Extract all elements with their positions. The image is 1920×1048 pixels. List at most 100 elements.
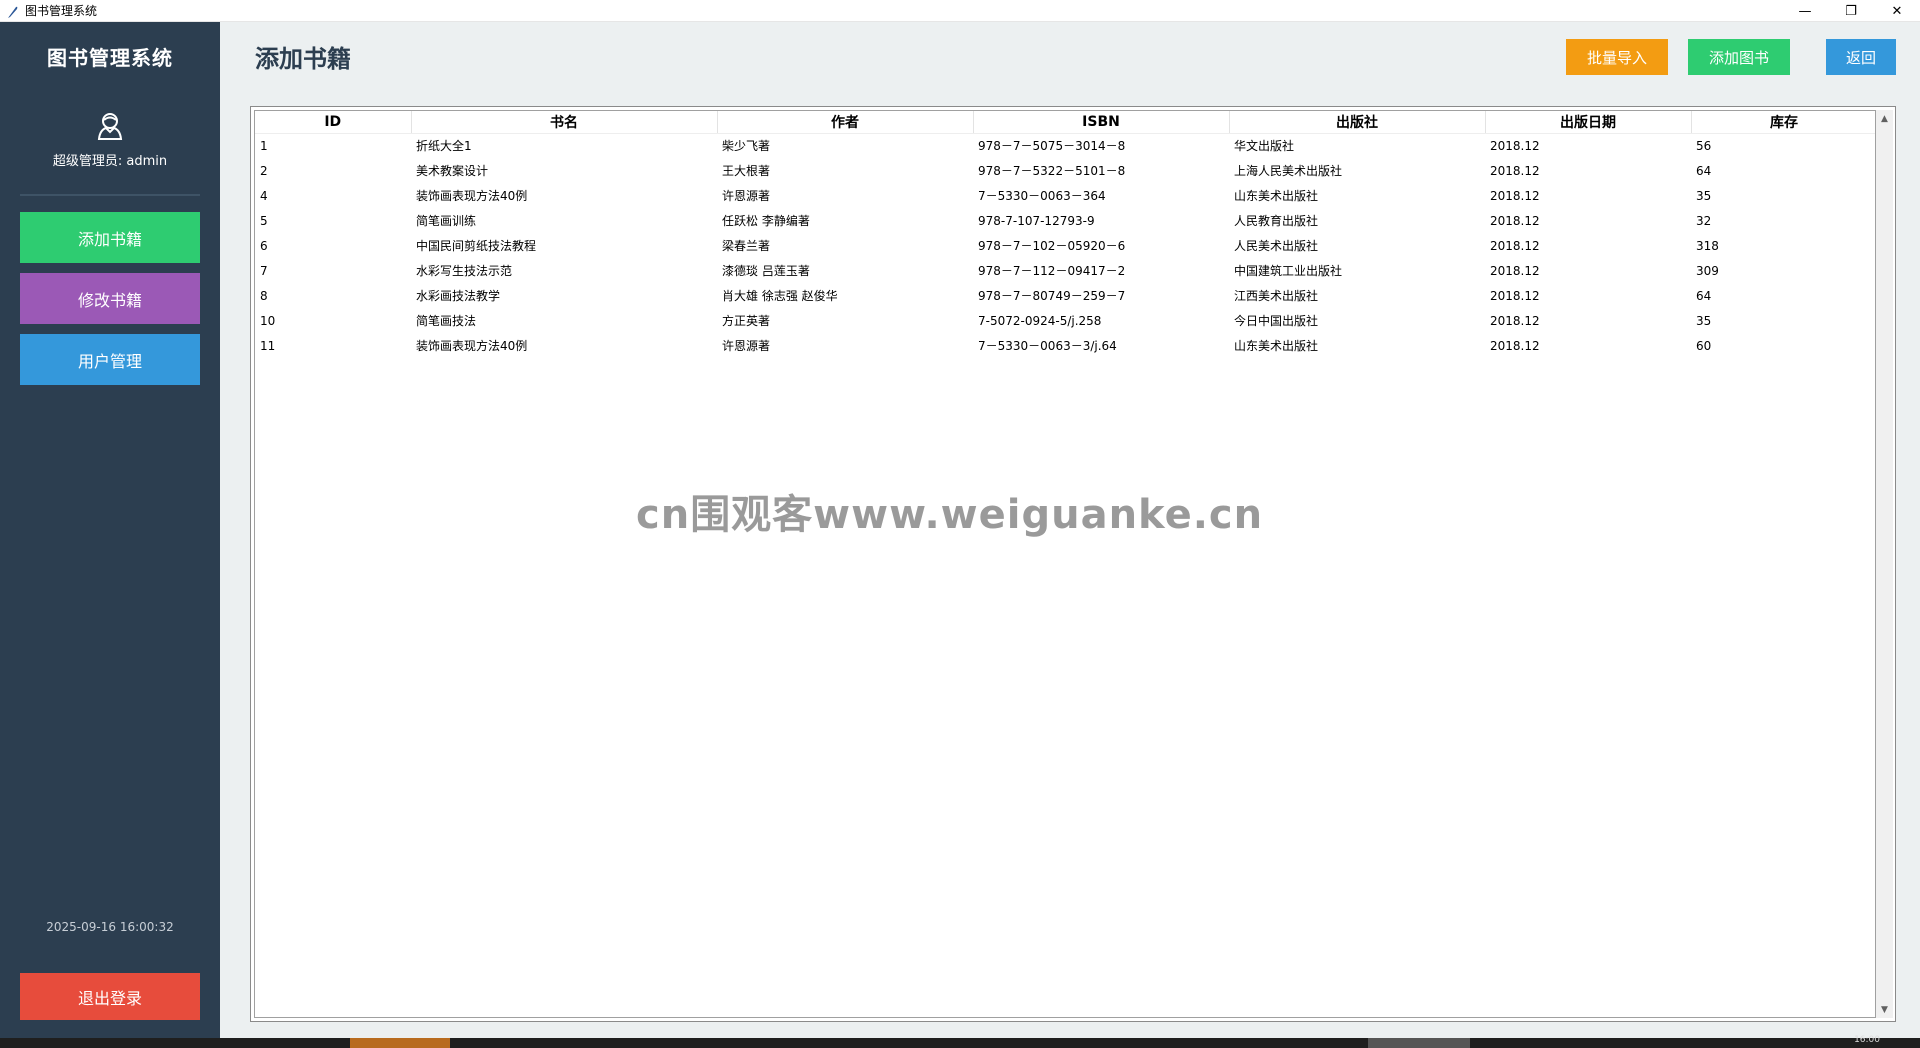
table-cell: 水彩画技法教学 — [416, 289, 501, 303]
table-row[interactable]: 8 水彩画技法教学 肖大雄 徐志强 赵俊华 978－7－80749－259－7 江西美术… — [255, 283, 1875, 308]
table-cell: 中国建筑工业出版社 — [1234, 264, 1343, 278]
table-cell: 任跃松 李静编著 — [722, 214, 810, 228]
datetime-label: 2025-09-16 16:00:32 — [46, 920, 174, 934]
minimize-button[interactable]: — — [1782, 0, 1828, 22]
taskbar: 16:00 — [0, 1035, 1920, 1048]
nav-user-management-button[interactable]: 用户管理 — [20, 334, 200, 385]
table-cell: 56 — [1696, 138, 1712, 153]
table-cell: 978－7－5322－5101－8 — [978, 164, 1126, 178]
table-cell: 梁春兰著 — [722, 239, 771, 253]
table-cell: 山东美术出版社 — [1234, 339, 1319, 353]
column-header[interactable]: ISBN — [973, 111, 1230, 134]
taskbar-app-item[interactable] — [1368, 1038, 1470, 1048]
table-cell: 978－7－112－09417－2 — [978, 264, 1126, 278]
books-table: ID 书名 作者 ISBN 出版社 出版日期 库存 1 折纸大全1 柴少飞著 978－7－5075… — [255, 111, 1875, 358]
table-cell: 人民美术出版社 — [1234, 239, 1319, 253]
page-title: 添加书籍 — [255, 44, 351, 73]
table-cell: 35 — [1696, 313, 1712, 328]
batch-import-button[interactable]: 批量导入 — [1566, 39, 1668, 75]
feather-icon — [5, 4, 19, 18]
table-cell: 6 — [260, 238, 268, 253]
window-controls: — ❐ ✕ — [1782, 0, 1920, 22]
table-cell: 2018.12 — [1490, 138, 1540, 153]
table-cell: 装饰画表现方法40例 — [416, 339, 528, 353]
table-row[interactable]: 5 简笔画训练 任跃松 李静编著 978-7-107-12793-9 人民教育出版社 20… — [255, 208, 1875, 233]
table-row[interactable]: 4 装饰画表现方法40例 许恩源著 7－5330－0063－364 山东美术出版社 201… — [255, 183, 1875, 208]
table-cell: 35 — [1696, 188, 1712, 203]
scroll-down-arrow-icon[interactable]: ▼ — [1876, 1001, 1893, 1018]
table-cell: 美术教案设计 — [416, 164, 489, 178]
table-cell: 978－7－80749－259－7 — [978, 289, 1126, 303]
table-cell: 山东美术出版社 — [1234, 189, 1319, 203]
sidebar: 图书管理系统 超级管理员: admin 添加书籍 修改书籍 用户管理 2025-… — [0, 22, 220, 1038]
table-row[interactable]: 10 简笔画技法 方正英著 7-5072-0924-5/j.258 今日中国出版社 201… — [255, 308, 1875, 333]
nav-add-book-button[interactable]: 添加书籍 — [20, 212, 200, 263]
table-cell: 许恩源著 — [722, 189, 771, 203]
table-cell: 水彩写生技法示范 — [416, 264, 513, 278]
column-header[interactable]: 出版社 — [1229, 111, 1486, 134]
table-row[interactable]: 1 折纸大全1 柴少飞著 978－7－5075－3014－8 华文出版社 2018.12 5… — [255, 133, 1875, 158]
table-row[interactable]: 2 美术教案设计 王大根著 978－7－5322－5101－8 上海人民美术出版社 201… — [255, 158, 1875, 183]
current-user-label: 超级管理员: admin — [52, 154, 168, 169]
app-title: 图书管理系统 — [47, 46, 173, 70]
column-header[interactable]: 出版日期 — [1485, 111, 1692, 134]
column-header[interactable]: ID — [255, 111, 412, 134]
table-cell: 5 — [260, 213, 268, 228]
logout-button[interactable]: 退出登录 — [20, 973, 200, 1020]
table-cell: 2018.12 — [1490, 238, 1540, 253]
watermark-text: cn围观客www.weiguanke.cn — [636, 492, 1264, 538]
table-cell: 4 — [260, 188, 268, 203]
table-cell: 7－5330－0063－364 — [978, 189, 1106, 203]
table-cell: 上海人民美术出版社 — [1234, 164, 1343, 178]
table-cell: 309 — [1696, 263, 1719, 278]
column-header[interactable]: 作者 — [717, 111, 974, 134]
table-cell: 7-5072-0924-5/j.258 — [978, 313, 1102, 328]
add-book-button[interactable]: 添加图书 — [1688, 39, 1790, 75]
close-button[interactable]: ✕ — [1874, 0, 1920, 22]
table-cell: 8 — [260, 288, 268, 303]
table-cell: 2018.12 — [1490, 188, 1540, 203]
table-cell: 1 — [260, 138, 268, 153]
table-cell: 人民教育出版社 — [1234, 214, 1319, 228]
table-cell: 装饰画表现方法40例 — [416, 189, 528, 203]
books-table-frame: ID 书名 作者 ISBN 出版社 出版日期 库存 1 折纸大全1 柴少飞著 978－7－5075… — [250, 106, 1896, 1022]
table-cell: 中国民间剪纸技法教程 — [416, 239, 537, 253]
table-cell: 折纸大全1 — [416, 139, 472, 154]
table-row[interactable]: 11 装饰画表现方法40例 许恩源著 7－5330－0063－3/j.64 山东美术出版… — [255, 333, 1875, 358]
table-cell: 32 — [1696, 213, 1712, 228]
table-cell: 今日中国出版社 — [1234, 314, 1319, 328]
table-body: 1 折纸大全1 柴少飞著 978－7－5075－3014－8 华文出版社 2018.12 5… — [255, 133, 1875, 358]
table-header-row: ID 书名 作者 ISBN 出版社 出版日期 库存 — [255, 111, 1875, 134]
books-table-viewport: ID 书名 作者 ISBN 出版社 出版日期 库存 1 折纸大全1 柴少飞著 978－7－5075… — [254, 110, 1876, 1018]
window-title: 图书管理系统 — [25, 4, 98, 18]
table-row[interactable]: 7 水彩写生技法示范 漆德琰 吕莲玉著 978－7－112－09417－2 中国建筑工业… — [255, 258, 1875, 283]
user-avatar-icon — [97, 111, 123, 141]
table-cell: 王大根著 — [722, 164, 771, 178]
table-cell: 64 — [1696, 288, 1712, 303]
table-cell: 许恩源著 — [722, 339, 771, 353]
vertical-scrollbar[interactable]: ▲ ▼ — [1876, 110, 1893, 1018]
column-header[interactable]: 库存 — [1691, 111, 1875, 134]
table-cell: 江西美术出版社 — [1234, 289, 1319, 303]
table-cell: 简笔画训练 — [416, 214, 477, 228]
taskbar-clock: 16:00 — [1854, 1035, 1880, 1045]
table-cell: 978-7-107-12793-9 — [978, 213, 1095, 228]
table-cell: 7－5330－0063－3/j.64 — [978, 339, 1117, 353]
taskbar-app-item[interactable] — [350, 1038, 450, 1048]
table-cell: 60 — [1696, 338, 1712, 353]
table-cell: 10 — [260, 313, 276, 328]
sidebar-divider — [20, 194, 200, 196]
table-cell: 漆德琰 吕莲玉著 — [722, 264, 810, 278]
table-cell: 2018.12 — [1490, 263, 1540, 278]
table-row[interactable]: 6 中国民间剪纸技法教程 梁春兰著 978－7－102－05920－6 人民美术出版社 2… — [255, 233, 1875, 258]
table-cell: 7 — [260, 263, 268, 278]
nav-edit-book-button[interactable]: 修改书籍 — [20, 273, 200, 324]
table-cell: 2018.12 — [1490, 338, 1540, 353]
table-cell: 11 — [260, 338, 276, 353]
scroll-up-arrow-icon[interactable]: ▲ — [1876, 110, 1893, 127]
back-button[interactable]: 返回 — [1826, 39, 1896, 75]
restore-button[interactable]: ❐ — [1828, 0, 1874, 22]
column-header[interactable]: 书名 — [411, 111, 718, 134]
table-cell: 华文出版社 — [1234, 139, 1295, 154]
window-titlebar: 图书管理系统 — ❐ ✕ — [0, 0, 1920, 22]
